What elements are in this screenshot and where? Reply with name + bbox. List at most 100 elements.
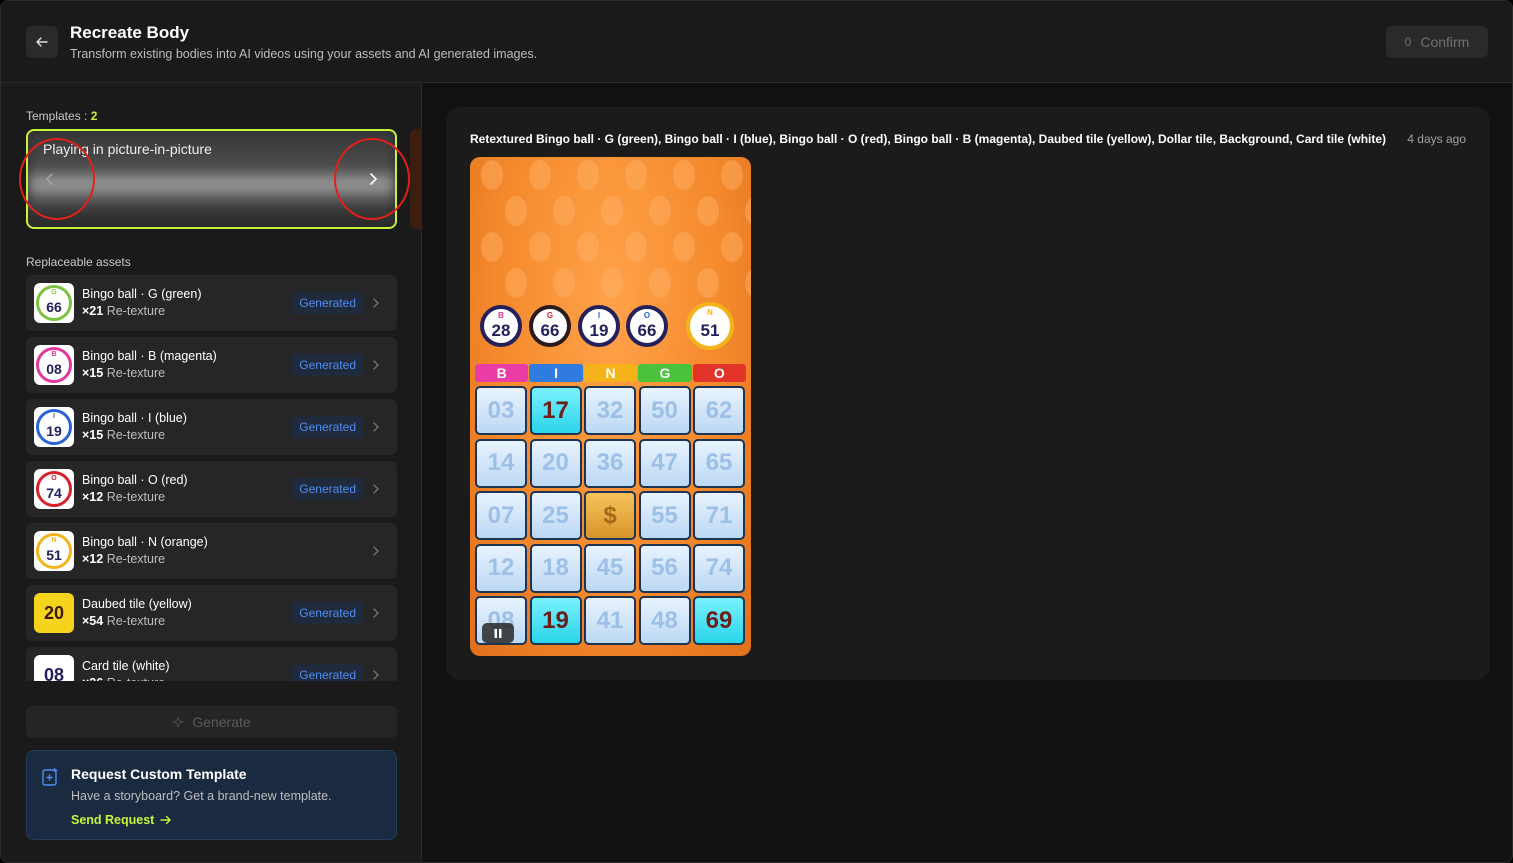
- sidebar: Templates : 2 Playing in picture-in-pict…: [1, 83, 422, 862]
- asset-thumbnail: O 74: [34, 469, 74, 509]
- asset-row[interactable]: 20 Daubed tile (yellow) ×54 Re-texture Gene…: [26, 585, 397, 641]
- confirm-button[interactable]: 0 Confirm: [1386, 26, 1488, 58]
- pause-icon: [494, 628, 502, 638]
- arrow-right-icon: [160, 815, 172, 825]
- preview-timestamp: 4 days ago: [1407, 132, 1466, 146]
- asset-meta: ×26 Re-texture: [82, 676, 165, 681]
- background-dot: [625, 160, 647, 190]
- generated-badge: Generated: [292, 292, 363, 314]
- asset-row[interactable]: B 08 Bingo ball · B (magenta) ×15 Re-textur…: [26, 337, 397, 393]
- called-ball: G 66: [529, 305, 571, 347]
- background-dot: [649, 196, 671, 226]
- chevron-right-icon: [373, 670, 379, 680]
- asset-row[interactable]: 08 Card tile (white) ×26 Re-texture Generat…: [26, 647, 397, 681]
- bingo-card-tile: 74: [693, 543, 745, 593]
- called-balls-row: B 28 G 66 I 19 O 66 N 51: [470, 302, 751, 355]
- custom-template-card: Request Custom Template Have a storyboar…: [26, 750, 397, 840]
- asset-meta: ×54 Re-texture: [82, 614, 166, 628]
- background-dot: [529, 160, 551, 190]
- asset-name: Bingo ball · N (orange): [82, 535, 208, 549]
- chevron-right-icon: [373, 608, 379, 618]
- asset-thumbnail: I 19: [34, 407, 74, 447]
- asset-name: Daubed tile (yellow): [82, 597, 192, 611]
- video-preview[interactable]: B 28 G 66 I 19 O 66 N 51 BINGO 03 17 32 50 62 14 20 36 47…: [470, 157, 751, 656]
- templates-count: 2: [90, 109, 98, 123]
- storyboard-add-icon: [42, 767, 59, 786]
- annotation-circle-right: [334, 138, 410, 220]
- bingo-column-header: O: [692, 364, 747, 382]
- asset-thumbnail: N 51: [34, 531, 74, 571]
- generated-badge: Generated: [292, 478, 363, 500]
- preview-caption: Retextured Bingo ball · G (green), Bingo…: [470, 132, 1387, 146]
- background-dot: [721, 160, 743, 190]
- chevron-right-icon: [373, 422, 379, 432]
- asset-name: Bingo ball · G (green): [82, 287, 202, 301]
- background-dot: [721, 232, 743, 262]
- asset-row[interactable]: N 51 Bingo ball · N (orange) ×12 Re-texture: [26, 523, 397, 579]
- asset-name: Bingo ball · I (blue): [82, 411, 187, 425]
- bingo-card-tile: 47: [638, 438, 691, 488]
- background-dot: [673, 232, 695, 262]
- asset-thumbnail: B 08: [34, 345, 74, 385]
- asset-row[interactable]: I 19 Bingo ball · I (blue) ×15 Re-texture Ge…: [26, 399, 397, 455]
- asset-meta: ×15 Re-texture: [82, 366, 166, 380]
- bingo-card-tile: 36: [584, 438, 636, 488]
- background-dot: [481, 232, 503, 262]
- background-dot: [577, 232, 599, 262]
- bingo-card-tile: 12: [475, 543, 527, 593]
- background-dot: [553, 268, 575, 298]
- bingo-card-tile: 03: [475, 386, 527, 435]
- background-dot: [697, 268, 719, 298]
- asset-meta: ×21 Re-texture: [82, 304, 166, 318]
- bingo-card-tile: 69: [693, 596, 745, 645]
- asset-row[interactable]: O 74 Bingo ball · O (red) ×12 Re-texture Gen…: [26, 461, 397, 517]
- background-dot: [553, 196, 575, 226]
- page-header: Recreate Body Transform existing bodies …: [1, 1, 1512, 83]
- bingo-card-tile: 50: [638, 386, 691, 435]
- bingo-card-tile: 56: [638, 543, 691, 593]
- background-dot: [601, 196, 623, 226]
- generate-label: Generate: [192, 714, 251, 730]
- back-button[interactable]: [26, 26, 58, 58]
- asset-name: Card tile (white): [82, 659, 170, 673]
- bingo-card-tile: 07: [475, 491, 527, 540]
- asset-name: Bingo ball · B (magenta): [82, 349, 217, 363]
- pause-button[interactable]: [482, 623, 514, 643]
- bingo-card-tile: 62: [693, 386, 745, 435]
- confirm-label: Confirm: [1420, 34, 1470, 50]
- background-pattern: [481, 160, 751, 298]
- confirm-count: 0: [1404, 35, 1412, 49]
- asset-row[interactable]: G 66 Bingo ball · G (green) ×21 Re-texture G…: [26, 275, 397, 331]
- assets-label: Replaceable assets: [26, 255, 131, 269]
- assets-list: G 66 Bingo ball · G (green) ×21 Re-texture G…: [26, 275, 397, 681]
- generated-badge: Generated: [292, 602, 363, 624]
- background-dot: [601, 268, 623, 298]
- bingo-header: BINGO: [475, 364, 747, 382]
- chevron-right-icon: [373, 484, 379, 494]
- generate-button[interactable]: Generate: [26, 706, 397, 738]
- bingo-column-header: N: [583, 364, 638, 382]
- bingo-card-tile: 14: [475, 438, 527, 488]
- background-dot: [505, 196, 527, 226]
- dollar-tile: $: [584, 491, 636, 540]
- arrow-left-icon: [36, 37, 48, 47]
- asset-meta: ×12 Re-texture: [82, 490, 166, 504]
- send-request-link[interactable]: Send Request: [71, 813, 172, 827]
- bingo-card-tile: 55: [638, 491, 691, 540]
- bingo-card-tile: 65: [693, 438, 745, 488]
- app-window: Recreate Body Transform existing bodies …: [0, 0, 1513, 863]
- background-dot: [625, 232, 647, 262]
- background-dot: [529, 232, 551, 262]
- next-template-peek: [410, 129, 422, 229]
- bingo-card-tile: 19: [529, 596, 582, 645]
- generated-badge: Generated: [292, 416, 363, 438]
- bingo-column-header: G: [638, 364, 692, 382]
- annotation-circle-left: [19, 138, 95, 220]
- chevron-right-icon: [373, 546, 379, 556]
- asset-thumbnail: G 66: [34, 283, 74, 323]
- send-request-label: Send Request: [71, 813, 155, 827]
- custom-template-subtitle: Have a storyboard? Get a brand-new templ…: [71, 789, 332, 803]
- bingo-card-tile: 71: [693, 491, 745, 540]
- called-ball: N 51: [686, 302, 734, 350]
- background-dot: [577, 160, 599, 190]
